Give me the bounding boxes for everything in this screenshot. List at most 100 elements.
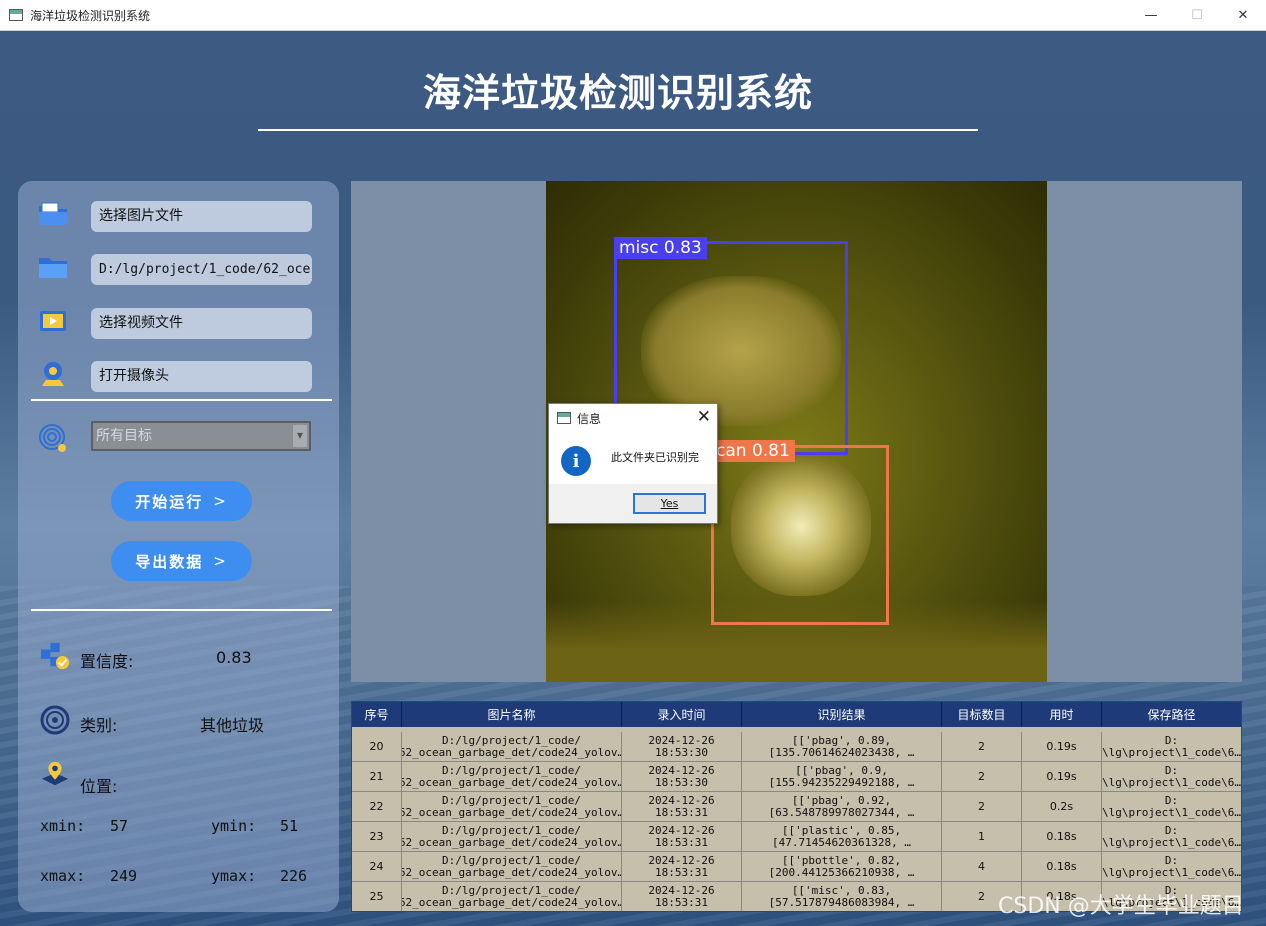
category-icon xyxy=(40,705,70,735)
ymin-label: ymin: xyxy=(211,817,257,835)
app-icon xyxy=(9,9,23,21)
table-header: 序号 图片名称 录入时间 识别结果 目标数目 用时 保存路径 xyxy=(352,702,1241,727)
chevron-down-icon[interactable]: ▼ xyxy=(293,425,307,447)
xmin-value: 57 xyxy=(110,817,129,835)
dialog-body: i 此文件夹已识别完 xyxy=(549,432,717,484)
table-cell: D:/lg/project/1_code/ 62_ocean_garbage_d… xyxy=(402,762,622,792)
xmin-label: xmin: xyxy=(40,817,86,835)
table-row[interactable]: 24 D:/lg/project/1_code/ 62_ocean_garbage… xyxy=(352,852,1241,882)
table-cell: 20 xyxy=(352,732,402,762)
control-panel: 选择图片文件 D:/lg/project/1_code/62_oce 选择视频文… xyxy=(18,181,339,912)
target-icon xyxy=(38,424,68,452)
chevron-right-icon: > xyxy=(213,552,228,570)
table-cell: D: \lg\project\1_code\6… xyxy=(1102,732,1241,762)
close-window-button[interactable]: ✕ xyxy=(1220,0,1266,31)
bbox-can xyxy=(711,445,889,625)
table-header-cell[interactable]: 目标数目 xyxy=(942,702,1022,727)
target-select[interactable]: 所有目标 ▼ xyxy=(91,421,311,451)
table-cell: 2024-12-26 18:53:31 xyxy=(622,822,742,852)
table-cell: [['misc', 0.83, [57.517879486083984, … xyxy=(742,882,942,911)
table-cell: 0.2s xyxy=(1022,792,1102,822)
panel-divider-top xyxy=(31,399,332,401)
minimize-button[interactable]: — xyxy=(1128,0,1174,31)
confidence-icon xyxy=(40,642,70,670)
video-file-row xyxy=(38,308,68,334)
select-image-button[interactable]: 选择图片文件 xyxy=(91,201,312,232)
table-row[interactable]: 23 D:/lg/project/1_code/ 62_ocean_garbage… xyxy=(352,822,1241,852)
table-cell: 23 xyxy=(352,822,402,852)
open-camera-button[interactable]: 打开摄像头 xyxy=(91,361,312,392)
watermark: CSDN @大学生毕业题目 xyxy=(998,894,1244,919)
window-title: 海洋垃圾检测识别系统 xyxy=(30,8,151,23)
dialog-app-icon xyxy=(557,412,571,424)
table-row[interactable]: 21 D:/lg/project/1_code/ 62_ocean_garbage… xyxy=(352,762,1241,792)
title-divider xyxy=(258,129,978,131)
table-cell: 21 xyxy=(352,762,402,792)
folder-path-field[interactable]: D:/lg/project/1_code/62_oce xyxy=(91,254,312,285)
dialog-title: 信息 xyxy=(577,411,602,426)
image-folder-icon[interactable] xyxy=(38,201,68,227)
target-row xyxy=(38,424,68,452)
window-titlebar: 海洋垃圾检测识别系统 — ☐ ✕ xyxy=(0,0,1266,31)
yes-button[interactable]: Yes xyxy=(633,493,706,514)
table-cell: 0.19s xyxy=(1022,762,1102,792)
webcam-icon[interactable] xyxy=(38,361,68,387)
xmax-value: 249 xyxy=(110,867,138,885)
results-table: 序号 图片名称 录入时间 识别结果 目标数目 用时 保存路径 20 D:/lg/project… xyxy=(351,701,1242,912)
table-cell: 25 xyxy=(352,882,402,911)
video-icon[interactable] xyxy=(38,308,68,334)
table-header-cell[interactable]: 录入时间 xyxy=(622,702,742,727)
start-button-label: 开始运行 xyxy=(135,492,204,511)
bbox-label-misc: misc 0.83 xyxy=(614,237,707,259)
ymin-value: 51 xyxy=(280,817,299,835)
table-cell: D:/lg/project/1_code/ 62_ocean_garbage_d… xyxy=(402,852,622,882)
table-cell: [['pbag', 0.89, [135.70614624023438, … xyxy=(742,732,942,762)
table-cell: D: \lg\project\1_code\6… xyxy=(1102,792,1241,822)
ymax-label: ymax: xyxy=(211,867,257,885)
table-cell: 0.19s xyxy=(1022,732,1102,762)
table-header-cell[interactable]: 识别结果 xyxy=(742,702,942,727)
yes-button-label: Yes xyxy=(660,497,679,510)
target-select-value: 所有目标 xyxy=(96,428,152,444)
table-cell: 0.18s xyxy=(1022,822,1102,852)
close-icon[interactable]: ✕ xyxy=(697,407,711,427)
xmax-label: xmax: xyxy=(40,867,86,885)
table-cell: D:/lg/project/1_code/ 62_ocean_garbage_d… xyxy=(402,732,622,762)
table-header-cell[interactable]: 用时 xyxy=(1022,702,1102,727)
table-cell: 2024-12-26 18:53:31 xyxy=(622,852,742,882)
table-cell: D: \lg\project\1_code\6… xyxy=(1102,822,1241,852)
table-cell: D: \lg\project\1_code\6… xyxy=(1102,762,1241,792)
confidence-value: 0.83 xyxy=(216,648,252,667)
table-header-cell[interactable]: 保存路径 xyxy=(1102,702,1241,727)
start-button[interactable]: 开始运行 > xyxy=(111,481,252,521)
table-cell: 0.18s xyxy=(1022,852,1102,882)
export-button[interactable]: 导出数据 > xyxy=(111,541,252,581)
camera-row xyxy=(38,361,68,387)
table-cell: 2024-12-26 18:53:30 xyxy=(622,732,742,762)
folder-row xyxy=(38,254,68,280)
table-header-cell[interactable]: 序号 xyxy=(352,702,402,727)
folder-icon[interactable] xyxy=(38,254,68,280)
table-cell: 2 xyxy=(942,762,1022,792)
info-icon: i xyxy=(561,446,591,476)
image-file-row xyxy=(38,201,68,227)
dialog-message: 此文件夹已识别完 xyxy=(611,451,699,464)
info-dialog: 信息 ✕ i 此文件夹已识别完 Yes xyxy=(548,403,718,524)
table-cell: D:/lg/project/1_code/ 62_ocean_garbage_d… xyxy=(402,882,622,911)
table-header-cell[interactable]: 图片名称 xyxy=(402,702,622,727)
table-cell: D:/lg/project/1_code/ 62_ocean_garbage_d… xyxy=(402,792,622,822)
table-row[interactable]: 22 D:/lg/project/1_code/ 62_ocean_garbage… xyxy=(352,792,1241,822)
table-cell: 2 xyxy=(942,792,1022,822)
page-title: 海洋垃圾检测识别系统 xyxy=(422,71,813,115)
table-cell: 22 xyxy=(352,792,402,822)
select-video-button[interactable]: 选择视频文件 xyxy=(91,308,312,339)
maximize-button[interactable]: ☐ xyxy=(1174,0,1220,31)
ymax-value: 226 xyxy=(280,867,308,885)
location-pin-icon xyxy=(40,761,70,787)
table-row[interactable]: 20 D:/lg/project/1_code/ 62_ocean_garbage… xyxy=(352,732,1241,762)
category-value: 其他垃圾 xyxy=(200,716,265,735)
table-cell: 2024-12-26 18:53:31 xyxy=(622,882,742,911)
table-cell: 1 xyxy=(942,822,1022,852)
table-cell: 2024-12-26 18:53:30 xyxy=(622,762,742,792)
table-cell: [['plastic', 0.85, [47.71454620361328, … xyxy=(742,822,942,852)
